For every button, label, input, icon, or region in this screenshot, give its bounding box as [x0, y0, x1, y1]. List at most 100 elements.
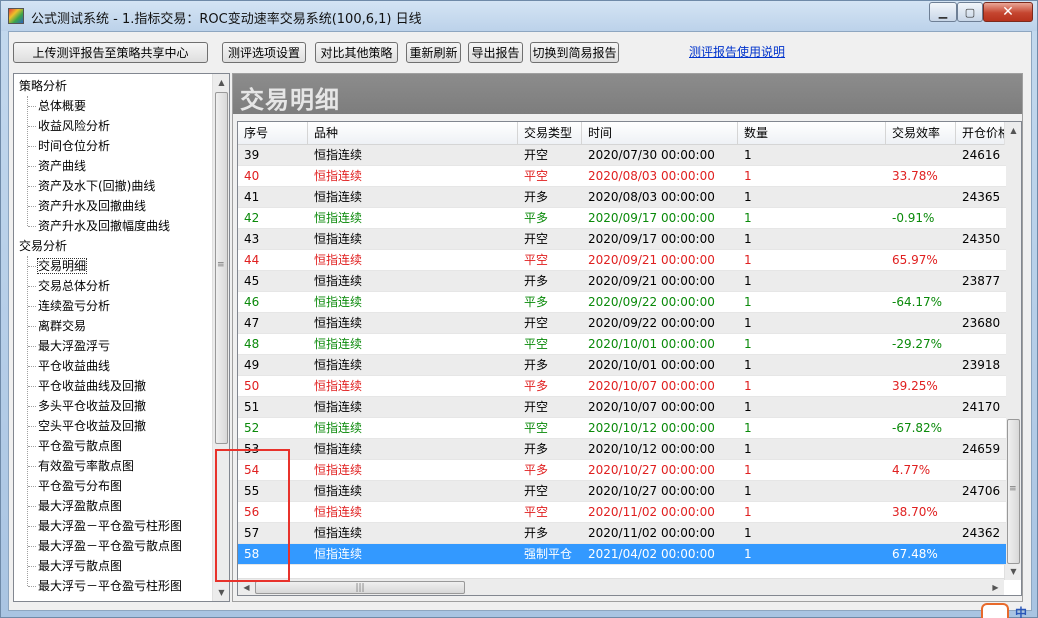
table-hscrollbar[interactable]: ◀ ||| ▶	[238, 578, 1004, 595]
table-row[interactable]: 48 恒指连续 平空 2020/10/01 00:00:00 1 -29.27%	[238, 334, 1006, 355]
table-vscrollbar[interactable]: ▲ ≡ ▼	[1004, 122, 1021, 580]
column-header[interactable]: 时间	[582, 122, 738, 145]
tree-item[interactable]: 平仓收益曲线及回撤	[14, 376, 146, 396]
table-cell-price: 24706	[962, 484, 1001, 498]
table-row[interactable]: 50 恒指连续 平多 2020/10/07 00:00:00 1 39.25%	[238, 376, 1006, 397]
table-row[interactable]: 46 恒指连续 平多 2020/09/22 00:00:00 1 -64.17%	[238, 292, 1006, 313]
scroll-up-arrow-icon[interactable]: ▲	[213, 74, 229, 91]
table-row[interactable]: 42 恒指连续 平多 2020/09/17 00:00:00 1 -0.91%	[238, 208, 1006, 229]
tree-item[interactable]: 空头平仓收益及回撤	[14, 416, 146, 436]
maximize-button[interactable]: ▢	[957, 2, 983, 22]
column-header[interactable]: 数量	[738, 122, 886, 145]
tree-item[interactable]: 交易总体分析	[14, 276, 110, 296]
tree-item[interactable]: 交易明细	[14, 256, 88, 276]
tree-item[interactable]: 最大浮盈散点图	[14, 496, 122, 516]
tree-item[interactable]: 最大浮盈－平仓盈亏散点图	[14, 536, 182, 556]
tree-item-label: 总体概要	[38, 99, 87, 113]
tree-item[interactable]: 收益风险分析	[14, 116, 110, 136]
table-cell-price: 23918	[962, 358, 1001, 372]
table-row[interactable]: 39 恒指连续 开空 2020/07/30 00:00:00 1 24616	[238, 145, 1006, 166]
table-row[interactable]: 56 恒指连续 平空 2020/11/02 00:00:00 1 38.70%	[238, 502, 1006, 523]
table-row[interactable]: 40 恒指连续 平空 2020/08/03 00:00:00 1 33.78%	[238, 166, 1006, 187]
scroll-up-arrow-icon[interactable]: ▲	[1005, 122, 1021, 139]
tree-group-label[interactable]: 策略分析	[14, 76, 67, 96]
column-header[interactable]: 开仓价格	[956, 122, 1006, 145]
table-cell-type: 平空	[524, 253, 549, 267]
tree-item[interactable]: 平仓收益曲线	[14, 356, 110, 376]
switch-simple-report-button[interactable]: 切换到简易报告	[530, 42, 619, 63]
ime-indicator: 中	[1015, 606, 1028, 618]
table-row[interactable]: 55 恒指连续 开空 2020/10/27 00:00:00 1 24706	[238, 481, 1006, 502]
detail-panel: 交易明细 序号 品种 交易类型 时间 数量 交易效率 开仓价格 ▲ ≡ ▼ ◀ ||| ▶ …	[232, 73, 1023, 602]
close-button[interactable]: ✕	[983, 2, 1033, 22]
column-header[interactable]: 品种	[308, 122, 518, 145]
table-cell-time: 2020/10/07 00:00:00	[588, 379, 715, 393]
tree-item[interactable]: 总体概要	[14, 96, 86, 116]
test-options-button[interactable]: 测评选项设置	[222, 42, 306, 63]
table-cell-qty: 1	[744, 547, 752, 561]
grip-icon: ≡	[217, 260, 225, 270]
tree-item-label: 最大浮盈－平仓盈亏散点图	[38, 539, 183, 553]
table-cell-eff: 33.78%	[892, 169, 938, 183]
tree-item[interactable]: 平仓盈亏散点图	[14, 436, 122, 456]
table-row[interactable]: 53 恒指连续 开多 2020/10/12 00:00:00 1 24659	[238, 439, 1006, 460]
tree-item[interactable]: 资产升水及回撤幅度曲线	[14, 216, 170, 236]
table-cell-type: 开空	[524, 484, 549, 498]
client-area: 上传测评报告至策略共享中心 测评选项设置 对比其他策略 重新刷新 导出报告 切换…	[8, 31, 1032, 611]
table-row[interactable]: 47 恒指连续 开空 2020/09/22 00:00:00 1 23680	[238, 313, 1006, 334]
refresh-button[interactable]: 重新刷新	[406, 42, 461, 63]
table-row[interactable]: 49 恒指连续 开多 2020/10/01 00:00:00 1 23918	[238, 355, 1006, 376]
scroll-right-arrow-icon[interactable]: ▶	[987, 579, 1004, 595]
table-cell-symbol: 恒指连续	[314, 190, 363, 204]
table-row[interactable]: 58 恒指连续 强制平仓 2021/04/02 00:00:00 1 67.48%	[238, 544, 1006, 565]
table-row[interactable]: 41 恒指连续 开多 2020/08/03 00:00:00 1 24365	[238, 187, 1006, 208]
upload-report-button[interactable]: 上传测评报告至策略共享中心	[13, 42, 208, 63]
tree-item[interactable]: 最大浮盈浮亏	[14, 336, 110, 356]
table-row[interactable]: 57 恒指连续 开多 2020/11/02 00:00:00 1 24362	[238, 523, 1006, 544]
table-cell-type: 开多	[524, 526, 549, 540]
table-hscroll-thumb[interactable]: |||	[255, 581, 465, 594]
table-cell-qty: 1	[744, 274, 752, 288]
title-bar: 公式测试系统 - 1.指标交易：ROC变动速率交易系统(100,6,1) 日线 …	[1, 1, 1037, 31]
table-cell-symbol: 恒指连续	[314, 400, 363, 414]
table-cell-qty: 1	[744, 400, 752, 414]
tree-item[interactable]: 资产曲线	[14, 156, 86, 176]
table-row[interactable]: 54 恒指连续 平多 2020/10/27 00:00:00 1 4.77%	[238, 460, 1006, 481]
tree-item[interactable]: 离群交易	[14, 316, 86, 336]
table-cell-symbol: 恒指连续	[314, 316, 363, 330]
minimize-button[interactable]: ▁	[929, 2, 957, 22]
table-cell-time: 2020/09/21 00:00:00	[588, 253, 715, 267]
tree-item[interactable]: 资产及水下(回撤)曲线	[14, 176, 155, 196]
table-cell-eff: 65.97%	[892, 253, 938, 267]
table-row[interactable]: 45 恒指连续 开多 2020/09/21 00:00:00 1 23877	[238, 271, 1006, 292]
column-header[interactable]: 序号	[238, 122, 308, 145]
trade-table[interactable]: 序号 品种 交易类型 时间 数量 交易效率 开仓价格 ▲ ≡ ▼ ◀ ||| ▶ 39 恒指连…	[237, 121, 1022, 596]
compare-strategy-button[interactable]: 对比其他策略	[315, 42, 398, 63]
tree-item[interactable]: 有效盈亏率散点图	[14, 456, 134, 476]
table-cell-eff: 67.48%	[892, 547, 938, 561]
tree-item[interactable]: 资产升水及回撤曲线	[14, 196, 146, 216]
scroll-down-arrow-icon[interactable]: ▼	[1005, 563, 1021, 580]
table-cell-type: 平空	[524, 169, 549, 183]
table-row[interactable]: 51 恒指连续 开空 2020/10/07 00:00:00 1 24170	[238, 397, 1006, 418]
column-header[interactable]: 交易类型	[518, 122, 582, 145]
table-row[interactable]: 43 恒指连续 开空 2020/09/17 00:00:00 1 24350	[238, 229, 1006, 250]
tree-item[interactable]: 时间仓位分析	[14, 136, 110, 156]
scroll-down-arrow-icon[interactable]: ▼	[213, 584, 229, 601]
tree-item-label: 最大浮盈浮亏	[38, 339, 111, 353]
tree-item[interactable]: 最大浮亏散点图	[14, 556, 122, 576]
table-cell-time: 2021/04/02 00:00:00	[588, 547, 715, 561]
table-cell-price	[956, 250, 1006, 271]
tree-item[interactable]: 连续盈亏分析	[14, 296, 110, 316]
table-row[interactable]: 44 恒指连续 平空 2020/09/21 00:00:00 1 65.97%	[238, 250, 1006, 271]
column-header[interactable]: 交易效率	[886, 122, 956, 145]
tree-item[interactable]: 平仓盈亏分布图	[14, 476, 122, 496]
tree-group-label[interactable]: 交易分析	[14, 236, 67, 256]
table-row[interactable]: 52 恒指连续 平空 2020/10/12 00:00:00 1 -67.82%	[238, 418, 1006, 439]
tree-item[interactable]: 多头平仓收益及回撤	[14, 396, 146, 416]
report-tree[interactable]: ▲ ≡ ▼ 策略分析总体概要收益风险分析 时间仓位分析 资产曲线 资产及水下(回撤)曲…	[13, 73, 230, 602]
help-link[interactable]: 测评报告使用说明	[689, 43, 785, 60]
tree-item[interactable]: 最大浮盈－平仓盈亏柱形图	[14, 516, 182, 536]
export-report-button[interactable]: 导出报告	[468, 42, 523, 63]
tree-item[interactable]: 最大浮亏－平仓盈亏柱形图	[14, 576, 182, 596]
